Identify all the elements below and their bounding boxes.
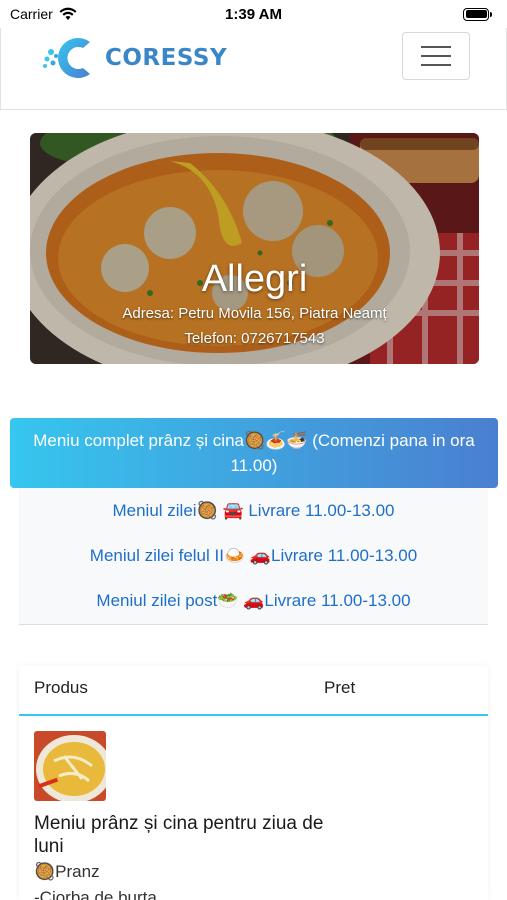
menu-category-item[interactable]: Meniul zilei felul II🍛 🚗Livrare 11.00-13…	[19, 533, 488, 578]
product-detail-line: 🥘Pranz	[34, 862, 100, 881]
phone-number[interactable]: 0726717543	[241, 330, 324, 347]
column-header-product: Produs	[34, 678, 88, 697]
carrier-label: Carrier	[10, 6, 53, 22]
restaurant-name: Allegri	[201, 258, 308, 300]
menu-line-icon	[421, 55, 451, 57]
wifi-icon	[59, 7, 77, 20]
product-table: Produs Pret Meniu prânz și cina pentru z…	[19, 666, 488, 900]
product-name: Meniu prânz și cina pentru ziua de luni	[34, 813, 324, 857]
menu-category-item[interactable]: Meniul zilei🥘 🚘 Livrare 11.00-13.00	[19, 488, 488, 533]
restaurant-phone: Telefon: 0726717543	[30, 330, 479, 347]
site-header: CORESSY	[0, 28, 507, 110]
soup-thumbnail-image	[34, 731, 106, 801]
status-left: Carrier	[10, 6, 77, 22]
restaurant-address: Adresa: Petru Movila 156, Piatra Neamț	[122, 305, 387, 322]
column-header-price: Pret	[324, 678, 356, 697]
product-detail-line: -Ciorba de burta	[34, 888, 157, 900]
menu-line-icon	[421, 64, 451, 66]
menu-category-active[interactable]: Meniu complet prânz și cina🥘🍝🍜 (Comenzi …	[10, 418, 498, 488]
table-header: Produs Pret	[19, 666, 488, 716]
phone-label: Telefon:	[184, 330, 237, 347]
logo[interactable]: CORESSY	[41, 32, 227, 84]
menu-line-icon	[421, 46, 451, 48]
menu-category-list: Meniul zilei🥘 🚘 Livrare 11.00-13.00 Meni…	[19, 488, 488, 625]
battery-icon	[463, 7, 492, 21]
restaurant-hero: Allegri Adresa: Petru Movila 156, Piatra…	[30, 133, 479, 364]
menu-category-item[interactable]: Meniul zilei post🥗 🚗Livrare 11.00-13.00	[19, 578, 488, 623]
logo-text: CORESSY	[105, 45, 228, 71]
coressy-logo-icon	[43, 38, 90, 78]
status-bar: Carrier 1:39 AM	[0, 0, 507, 28]
product-thumbnail[interactable]	[34, 731, 106, 801]
hamburger-menu-button[interactable]	[402, 32, 470, 80]
